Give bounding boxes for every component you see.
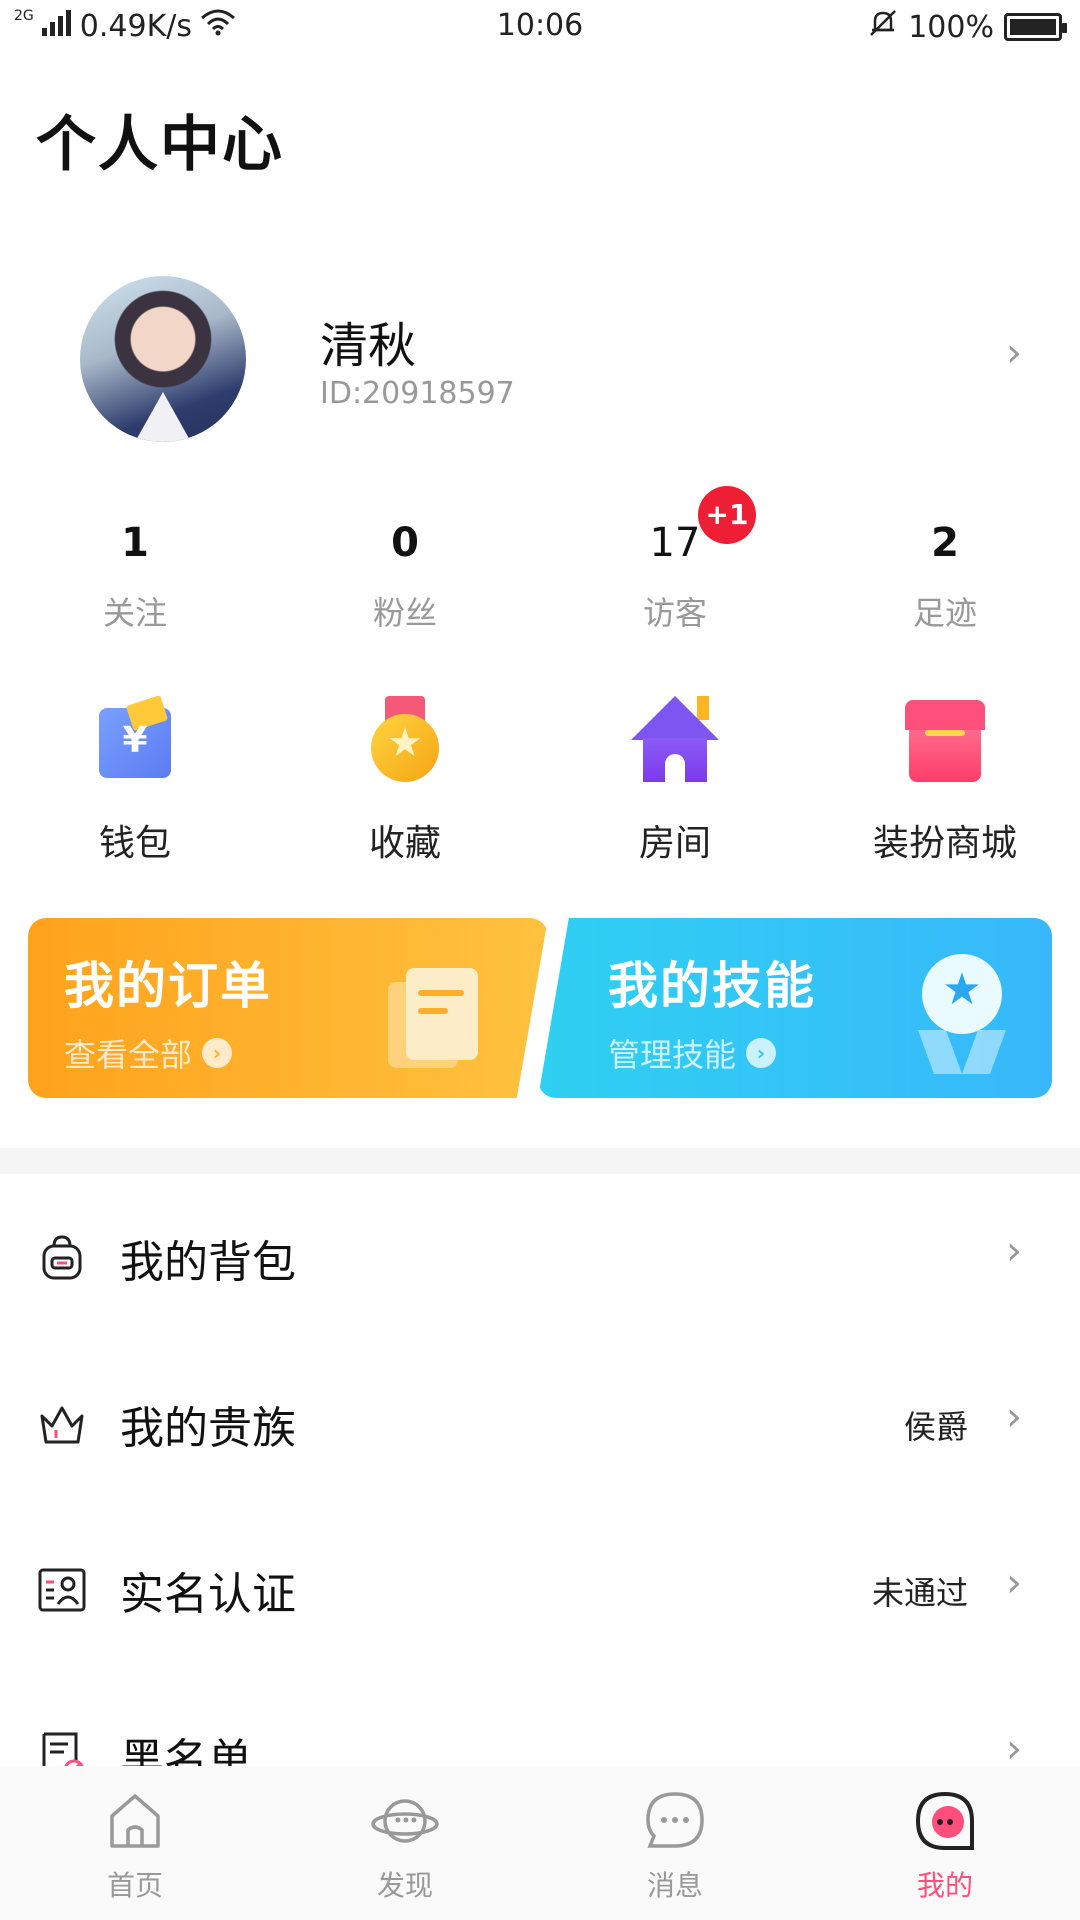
menu-list: 我的背包 › 我的贵族 侯爵 › 实名认证 未通过 › 黑名单 › [0,1174,1080,1838]
tab-home[interactable]: 首页 [0,1766,270,1920]
tools-row: ¥ 钱包 ★ 收藏 房间 装扮商城 [0,690,1080,866]
bell-muted-icon [868,8,898,46]
tab-discover[interactable]: 发现 [270,1766,540,1920]
my-orders-card[interactable]: 我的订单 查看全部 › [28,918,548,1098]
crown-icon [36,1398,88,1450]
tool-label: 收藏 [368,823,441,864]
stat-footprints[interactable]: 2 足迹 [810,520,1080,634]
tool-room[interactable]: 房间 [540,690,810,866]
bottom-tab-bar: 首页 发现 消息 我的 [0,1766,1080,1920]
tab-label: 发现 [376,1869,433,1902]
menu-label: 我的背包 [120,1237,296,1288]
tab-label: 首页 [106,1869,163,1902]
avatar[interactable] [80,276,246,442]
arrow-circle-icon: › [202,1038,233,1068]
stat-value: 1 [121,520,149,566]
stat-following[interactable]: 1 关注 [0,520,270,634]
document-icon [388,968,478,1068]
chevron-right-icon: › [1006,1394,1022,1440]
award-icon: ★ [912,954,1012,1074]
battery-icon [1004,13,1067,41]
tab-label: 消息 [646,1869,703,1902]
tab-messages[interactable]: 消息 [540,1766,810,1920]
menu-item-verification[interactable]: 实名认证 未通过 › [0,1506,1080,1672]
battery-percent: 100% [908,9,994,45]
tool-favorites[interactable]: ★ 收藏 [270,690,540,866]
shop-icon [895,690,995,790]
card-sub-label: 管理技能 [608,1036,737,1074]
view-all-link[interactable]: 查看全部 › [64,1030,233,1076]
profile-header[interactable]: 清秋 ID:20918597 › [0,270,1080,450]
nobility-rank: 侯爵 [903,1408,968,1446]
stat-label: 足迹 [912,594,977,632]
stat-value: 17 [649,520,701,566]
tool-shop[interactable]: 装扮商城 [810,690,1080,866]
chat-icon [640,1786,710,1856]
tool-wallet[interactable]: ¥ 钱包 [0,690,270,866]
my-skills-card[interactable]: 我的技能 管理技能 › ★ [538,918,1052,1098]
wallet-icon: ¥ [85,690,185,790]
tab-me[interactable]: 我的 [810,1766,1080,1920]
feature-cards: 我的订单 查看全部 › 我的技能 管理技能 › ★ [28,918,1052,1098]
tab-label: 我的 [916,1869,973,1902]
verification-status: 未通过 [871,1574,968,1612]
tool-label: 钱包 [98,823,171,864]
stat-label: 访客 [642,594,707,632]
manage-skills-link[interactable]: 管理技能 › [608,1030,777,1076]
chevron-right-icon: › [1006,1560,1022,1606]
menu-item-backpack[interactable]: 我的背包 › [0,1174,1080,1340]
id-card-icon [36,1564,88,1616]
card-title: 我的技能 [608,957,816,1015]
stat-label: 粉丝 [372,594,437,632]
menu-item-nobility[interactable]: 我的贵族 侯爵 › [0,1340,1080,1506]
menu-label: 实名认证 [120,1569,296,1620]
stat-label: 关注 [102,594,167,632]
status-bar: 2G 0.49K/s 10:06 100% [0,0,1080,56]
profile-name: 清秋 [320,318,417,374]
arrow-circle-icon: › [746,1038,777,1068]
house-icon [625,690,725,790]
profile-id: ID:20918597 [320,376,515,411]
stat-value: 0 [391,520,419,566]
stat-fans[interactable]: 0 粉丝 [270,520,540,634]
stat-visitors[interactable]: +1 17 访客 [540,486,810,634]
tool-label: 装扮商城 [872,823,1017,864]
stats-row: 1 关注 0 粉丝 +1 17 访客 2 足迹 [0,486,1080,634]
card-title: 我的订单 [64,957,272,1015]
medal-icon: ★ [355,690,455,790]
card-sub-label: 查看全部 [64,1036,193,1074]
home-icon [100,1786,170,1856]
tool-label: 房间 [638,823,711,864]
chevron-right-icon: › [1006,1228,1022,1274]
menu-label: 我的贵族 [120,1403,296,1454]
visitor-badge: +1 [698,486,756,544]
backpack-icon [36,1232,88,1284]
chevron-right-icon: › [1006,330,1022,376]
stat-value: 2 [931,520,959,566]
section-divider [0,1148,1080,1174]
page-title: 个人中心 [36,110,284,180]
planet-icon [370,1786,440,1856]
profile-icon [910,1786,980,1856]
